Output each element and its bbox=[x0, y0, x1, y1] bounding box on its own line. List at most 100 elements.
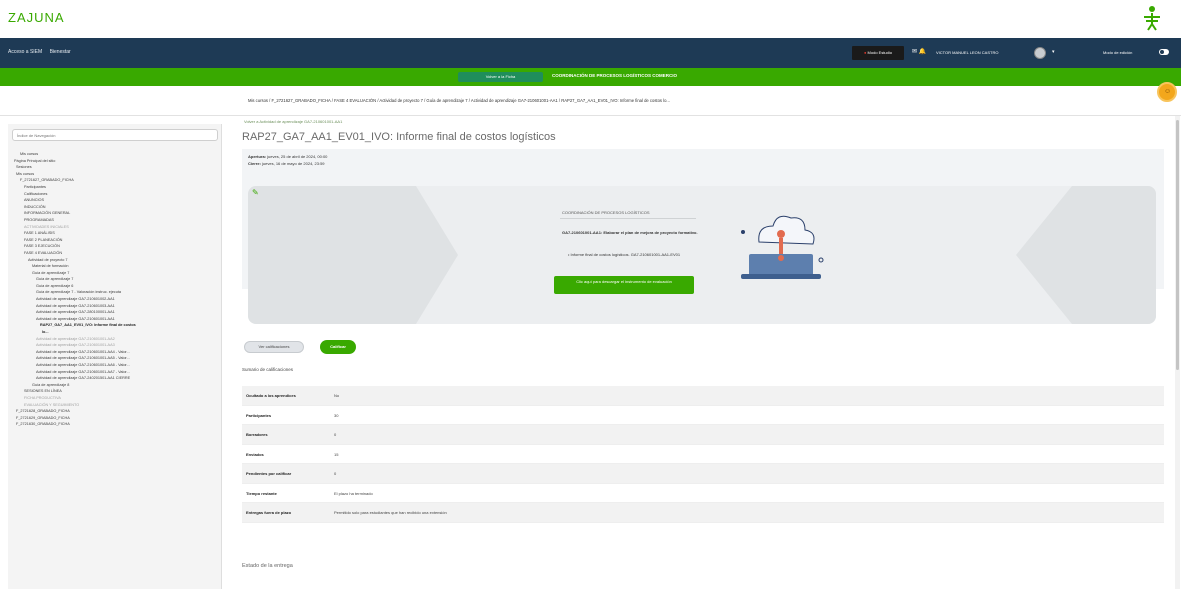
table-row-label: Participantes bbox=[246, 412, 272, 418]
sidebar-tree-item[interactable]: Guía de aprendizaje 7 bbox=[12, 270, 218, 277]
sidebar-tree-item[interactable]: Material de formación bbox=[12, 263, 218, 270]
sidebar-tree-item[interactable]: Calificaciones bbox=[12, 191, 218, 198]
sidebar-tree-item[interactable]: FASE 3 EJECUCIÓN bbox=[12, 243, 218, 250]
opened-value: jueves, 25 de abril de 2024, 00:00 bbox=[267, 154, 328, 159]
sidebar-tree-item[interactable]: PROGRAMADAS bbox=[12, 217, 218, 224]
sidebar-tree-item[interactable]: F_2721628_GRABADO_FICHA bbox=[12, 408, 218, 415]
sidebar-tree-item[interactable]: F_2721629_GRABADO_FICHA bbox=[12, 415, 218, 422]
modo-estudio-button[interactable]: ● Modo Estudio bbox=[852, 46, 904, 60]
sidebar-tree-item[interactable]: ANUNCIOS bbox=[12, 197, 218, 204]
sidebar-tree-item[interactable]: Mis cursos bbox=[12, 171, 218, 178]
user-name[interactable]: VICTOR MANUEL LEON CASTRO bbox=[936, 50, 998, 55]
sidebar-tree-item[interactable]: Actividad de aprendizaje GA7-210601001-A… bbox=[12, 349, 218, 356]
record-dot-icon: ● bbox=[863, 50, 867, 55]
sidebar-tree-item[interactable]: Página Principal del sitio bbox=[12, 158, 218, 165]
banner-heading: COORDINACIÓN DE PROCESOS LOGÍSTICOS bbox=[562, 210, 650, 215]
sidebar-tree-item[interactable]: Guía de aprendizaje 7 - Valoración instr… bbox=[12, 289, 218, 296]
view-grades-button[interactable]: Ver calificaciones bbox=[244, 341, 304, 353]
edit-mode-toggle[interactable] bbox=[1159, 49, 1169, 55]
course-index-sidebar: Mis cursosPágina Principal del sitioSesi… bbox=[8, 124, 222, 589]
table-row-label: Pendientes por calificar bbox=[246, 471, 292, 476]
notifications-icon[interactable]: 🔔 bbox=[919, 49, 926, 55]
nav-link-bienestar[interactable]: Bienestar bbox=[50, 49, 71, 55]
nav-link-siem[interactable]: Acceso a SIEM bbox=[8, 49, 42, 55]
sidebar-tree-item[interactable]: F_2721627_GRABADO_FICHA bbox=[12, 177, 218, 184]
sidebar-tree-item[interactable]: Actividad de aprendizaje GA7-210601001-A… bbox=[12, 336, 218, 343]
sidebar-tree-item[interactable]: INFORMACIÓN GENERAL bbox=[12, 210, 218, 217]
table-row-value: 0 bbox=[334, 432, 337, 437]
banner-divider bbox=[560, 218, 696, 219]
page-scrollbar-thumb[interactable] bbox=[1176, 120, 1179, 370]
chevron-down-icon[interactable]: ▾ bbox=[1052, 49, 1055, 55]
index-search-input[interactable] bbox=[12, 129, 218, 141]
breadcrumb[interactable]: Mis cursos / F_2721627_GRABADO_FICHA / F… bbox=[248, 98, 670, 103]
cloud-laptop-illustration-icon bbox=[741, 215, 824, 279]
sidebar-tree-item[interactable]: Actividad de aprendizaje GA7-210601001-A… bbox=[12, 369, 218, 376]
sidebar-tree-item[interactable]: ACTIVIDADES INICIALES bbox=[12, 224, 218, 231]
due-label: Cierre: bbox=[248, 161, 261, 166]
sidebar-tree-item[interactable]: FICHA PRODUCTIVA bbox=[12, 395, 218, 402]
sidebar-tree-item[interactable]: lo... bbox=[12, 329, 218, 336]
course-banner-bar: Volver a la Ficha COORDINACIÓN DE PROCES… bbox=[0, 68, 1181, 86]
due-value: jueves, 16 de mayo de 2024, 23:59 bbox=[262, 161, 325, 166]
table-row: Borradores 0 bbox=[242, 425, 1164, 445]
table-row-value: No bbox=[334, 393, 340, 398]
table-row: Enviados 15 bbox=[242, 445, 1164, 464]
back-to-ficha-button[interactable]: Volver a la Ficha bbox=[458, 72, 543, 82]
table-row-label: Enviados bbox=[246, 451, 264, 457]
sidebar-tree-item[interactable]: Guía de aprendizaje 7 bbox=[12, 276, 218, 283]
sidebar-tree-item[interactable]: Guía de aprendizaje 8 bbox=[12, 382, 218, 389]
sena-logo-icon bbox=[1144, 6, 1160, 31]
sidebar-tree-item[interactable]: Actividad de aprendizaje GA7-210601003-A… bbox=[12, 303, 218, 310]
table-row-label: Borradores bbox=[246, 432, 268, 437]
course-tree: Mis cursos Página Principal del sitio Sesi… bbox=[12, 151, 218, 428]
sidebar-tree-item[interactable]: INDUCCIÓN bbox=[12, 204, 218, 211]
sidebar-tree-item[interactable]: Guía de aprendizaje 6 bbox=[12, 283, 218, 290]
grade-button[interactable]: Calificar bbox=[320, 340, 356, 354]
back-link[interactable]: Volver a Actividad de aprendizaje GA7-21… bbox=[244, 119, 342, 124]
sidebar-tree-item[interactable]: Actividad de proyecto 7 bbox=[12, 257, 218, 264]
sidebar-tree-item[interactable]: Actividad de aprendizaje GA7-210601001-A… bbox=[12, 355, 218, 362]
sidebar-tree-item[interactable]: EVALUACIÓN Y SEGUIMIENTO bbox=[12, 402, 218, 409]
submission-status-heading: Estado de la entrega bbox=[242, 563, 293, 569]
activity-banner: ✎ COORDINACIÓN DE PROCESOS LOGÍSTICOS GA… bbox=[248, 186, 1156, 324]
sidebar-tree-item[interactable]: F_2721630_GRABADO_FICHA bbox=[12, 421, 218, 428]
sidebar-tree-item[interactable]: Actividad de aprendizaje GA7-240201501-A… bbox=[12, 375, 218, 382]
table-row: Participantes 30 bbox=[242, 406, 1164, 425]
course-title: COORDINACIÓN DE PROCESOS LOGÍSTICOS COME… bbox=[552, 73, 678, 78]
download-instrument-button[interactable]: Clic aquí para descargar el instrumento … bbox=[554, 276, 694, 294]
sidebar-tree-item[interactable]: SESIONES EN LÍNEA bbox=[12, 388, 218, 395]
banner-shape-right bbox=[1016, 186, 1156, 324]
table-row-label: Ocultado a los aprendices bbox=[246, 393, 296, 398]
messages-icon[interactable]: ✉ bbox=[912, 49, 917, 55]
sidebar-tree-item[interactable]: RAP27_GA7_AA1_EV01_IVO: Informe final de… bbox=[12, 322, 218, 329]
sidebar-tree-item[interactable]: Actividad de aprendizaje GA7-210601001-A… bbox=[12, 342, 218, 349]
sidebar-tree-item[interactable]: Actividad de aprendizaje GA7-210601001-A… bbox=[12, 362, 218, 369]
table-row: Ocultado a los aprendices No bbox=[242, 386, 1164, 406]
smiley-icon[interactable]: ☺ bbox=[1157, 82, 1177, 102]
sidebar-tree-item[interactable]: Sesiones bbox=[12, 164, 218, 171]
banner-bullet-text: Informe final de costos logísticos. GA7-… bbox=[570, 252, 681, 257]
table-row-value: Permitido solo para estudiantes que han … bbox=[334, 510, 447, 515]
sidebar-tree-item[interactable]: Mis cursos bbox=[12, 151, 218, 158]
breadcrumb-bar: Mis cursos / F_2721627_GRABADO_FICHA / F… bbox=[0, 86, 1181, 116]
edit-mode-label: Modo de edición bbox=[1103, 50, 1133, 55]
sidebar-tree-item[interactable]: Actividad de aprendizaje GA7-210601001-A… bbox=[12, 316, 218, 323]
banner-shape-left bbox=[248, 186, 458, 324]
sidebar-tree-item[interactable]: FASE 1 ANÁLISIS bbox=[12, 230, 218, 237]
sidebar-tree-item[interactable]: Actividad de aprendizaje GA7-280100001-A… bbox=[12, 309, 218, 316]
sidebar-tree-item[interactable]: Participantes bbox=[12, 184, 218, 191]
avatar[interactable] bbox=[1034, 47, 1046, 59]
table-row-label: Entregas fuera de plazo bbox=[246, 510, 292, 515]
logo-bar: ZAJUNA bbox=[0, 0, 1181, 38]
opened-date: Apertura: jueves, 25 de abril de 2024, 0… bbox=[248, 154, 327, 159]
pencil-icon: ✎ bbox=[252, 188, 259, 197]
due-date: Cierre: jueves, 16 de mayo de 2024, 23:5… bbox=[248, 161, 325, 166]
sidebar-tree-item[interactable]: Actividad de aprendizaje GA7-210601002-A… bbox=[12, 296, 218, 303]
grading-summary-table: Ocultado a los aprendices No Participantes… bbox=[242, 386, 1164, 523]
sidebar-tree-item[interactable]: FASE 2 PLANEACIÓN bbox=[12, 237, 218, 244]
zajuna-logo[interactable]: ZAJUNA bbox=[8, 10, 65, 25]
sidebar-tree-item[interactable]: FASE 4 EVALUACIÓN bbox=[12, 250, 218, 257]
summary-label: Sumario de calificaciones bbox=[242, 367, 294, 372]
page-title: RAP27_GA7_AA1_EV01_IVO: Informe final de… bbox=[242, 131, 556, 143]
